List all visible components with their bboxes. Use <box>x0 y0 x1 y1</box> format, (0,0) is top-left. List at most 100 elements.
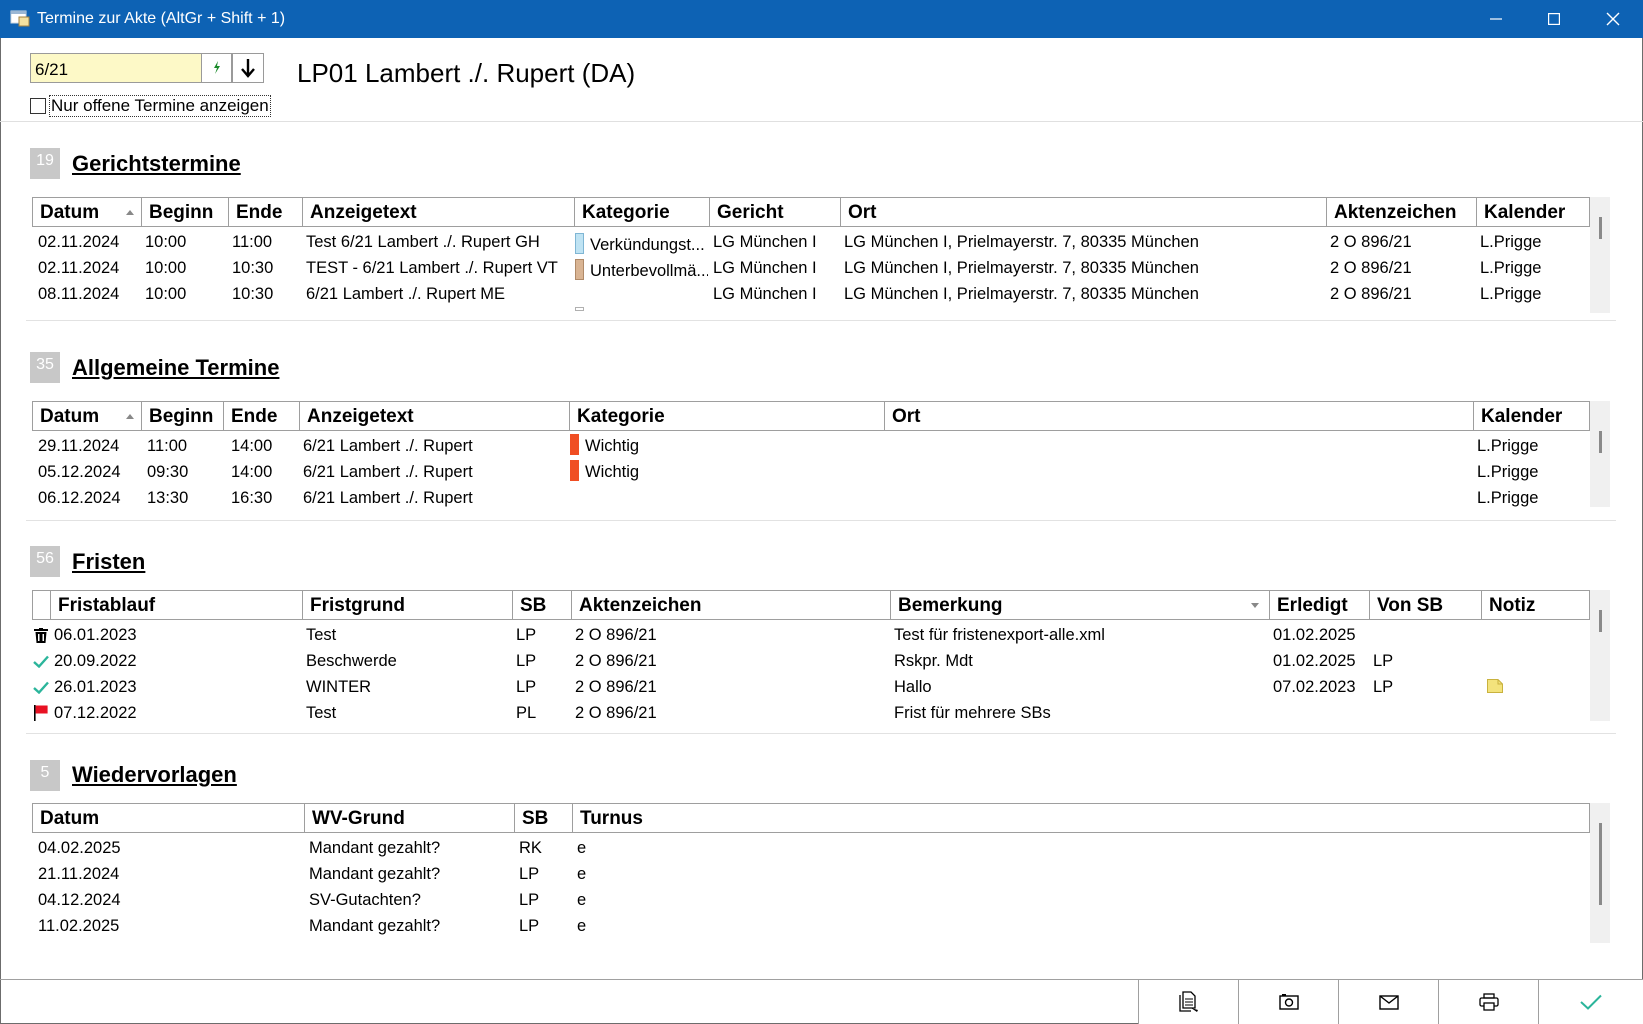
col-ende[interactable]: Ende <box>229 198 303 226</box>
cell-fristablauf: 20.09.2022 <box>54 652 137 670</box>
section-divider <box>26 733 1616 734</box>
confirm-button[interactable] <box>1538 980 1643 1024</box>
check-icon <box>33 655 49 668</box>
cell-datum: 05.12.2024 <box>38 463 121 481</box>
cell-erledigt: 01.02.2025 <box>1273 626 1356 644</box>
col-kategorie[interactable]: Kategorie <box>575 198 710 226</box>
cell-beginn: 10:00 <box>145 259 187 277</box>
col-von-sb[interactable]: Von SB <box>1370 591 1482 619</box>
table-row[interactable]: 04.02.2025 Mandant gezahlt? RK e <box>32 835 1590 861</box>
note-icon[interactable] <box>1487 679 1503 693</box>
gericht-scrollbar[interactable] <box>1590 197 1610 313</box>
col-kalender[interactable]: Kalender <box>1474 402 1589 430</box>
gericht-section-title[interactable]: Gerichtstermine <box>72 151 241 177</box>
table-header: Datum Beginn Ende Anzeigetext Kategorie … <box>32 197 1590 227</box>
table-row[interactable]: 02.11.2024 10:00 11:00 Test 6/21 Lambert… <box>32 229 1590 255</box>
col-sb[interactable]: SB <box>515 804 573 832</box>
table-row[interactable]: 21.11.2024 Mandant gezahlt? LP e <box>32 861 1590 887</box>
col-kalender[interactable]: Kalender <box>1477 198 1589 226</box>
col-bemerkung[interactable]: Bemerkung <box>891 591 1270 619</box>
category-resize-handle[interactable] <box>575 307 584 311</box>
wv-scrollbar[interactable] <box>1590 803 1610 943</box>
col-anzeigetext[interactable]: Anzeigetext <box>300 402 570 430</box>
fristen-table[interactable]: Fristablauf Fristgrund SB Aktenzeichen B… <box>32 590 1590 725</box>
file-number-input[interactable]: 6/21 <box>30 53 202 83</box>
cell-wv-grund: Mandant gezahlt? <box>309 839 441 857</box>
cell-ort: LG München I, Prielmayerstr. 7, 80335 Mü… <box>844 259 1199 277</box>
allgemein-table[interactable]: Datum Beginn Ende Anzeigetext Kategorie … <box>32 401 1590 509</box>
print-button[interactable] <box>1438 980 1538 1024</box>
cell-aktenzeichen: 2 O 896/21 <box>575 652 657 670</box>
col-beginn[interactable]: Beginn <box>142 402 224 430</box>
lightning-icon <box>213 61 220 74</box>
title-bar: Termine zur Akte (AltGr + Shift + 1) <box>0 0 1643 38</box>
cell-von-sb <box>1370 622 1480 648</box>
col-erledigt[interactable]: Erledigt <box>1270 591 1370 619</box>
table-row[interactable]: 05.12.2024 09:30 14:00 6/21 Lambert ./. … <box>32 459 1590 485</box>
table-row[interactable]: 20.09.2022 Beschwerde LP 2 O 896/21 Rskp… <box>32 648 1590 674</box>
cell-ort <box>885 485 1472 511</box>
table-row[interactable]: 06.01.2023 Test LP 2 O 896/21 Test für f… <box>32 622 1590 648</box>
only-open-checkbox[interactable] <box>30 98 46 114</box>
cell-von-sb: LP <box>1373 652 1394 670</box>
cell-bemerkung: Frist für mehrere SBs <box>894 704 1051 722</box>
copy-document-button[interactable] <box>1138 980 1238 1024</box>
col-datum[interactable]: Datum <box>33 804 305 832</box>
col-wv-grund[interactable]: WV-Grund <box>305 804 515 832</box>
table-row[interactable]: 02.11.2024 10:00 10:30 TEST - 6/21 Lambe… <box>32 255 1590 281</box>
wv-table[interactable]: Datum WV-Grund SB Turnus 04.02.2025 Mand… <box>32 803 1590 943</box>
category-color-swatch <box>570 460 579 481</box>
cell-sb: LP <box>516 678 537 696</box>
col-gericht[interactable]: Gericht <box>710 198 841 226</box>
col-kategorie[interactable]: Kategorie <box>570 402 885 430</box>
col-aktenzeichen[interactable]: Aktenzeichen <box>1327 198 1477 226</box>
confirm-check-icon <box>1580 994 1602 1010</box>
col-anzeigetext[interactable]: Anzeigetext <box>303 198 575 226</box>
table-row[interactable]: 26.01.2023 WINTER LP 2 O 896/21 Hallo 07… <box>32 674 1590 700</box>
table-row[interactable]: 07.12.2022 Test PL 2 O 896/21 Frist für … <box>32 700 1590 726</box>
mail-button[interactable] <box>1338 980 1438 1024</box>
scrollbar-thumb[interactable] <box>1599 217 1602 239</box>
col-turnus[interactable]: Turnus <box>573 804 1589 832</box>
col-ende[interactable]: Ende <box>224 402 300 430</box>
camera-button[interactable] <box>1238 980 1338 1024</box>
cell-von-sb: LP <box>1373 678 1394 696</box>
col-notiz[interactable]: Notiz <box>1482 591 1589 619</box>
col-sb[interactable]: SB <box>513 591 572 619</box>
close-button[interactable] <box>1584 0 1642 38</box>
allgemein-section-title[interactable]: Allgemeine Termine <box>72 355 279 381</box>
fristen-section-title[interactable]: Fristen <box>72 549 145 575</box>
cell-ende: 10:30 <box>232 285 274 303</box>
cell-bemerkung: Hallo <box>894 678 932 696</box>
col-ort[interactable]: Ort <box>885 402 1474 430</box>
allgemein-count-badge: 35 <box>30 352 60 383</box>
col-ort[interactable]: Ort <box>841 198 1327 226</box>
col-beginn[interactable]: Beginn <box>142 198 229 226</box>
table-row[interactable]: 04.12.2024 SV-Gutachten? LP e <box>32 887 1590 913</box>
col-status[interactable] <box>33 591 51 619</box>
scrollbar-thumb[interactable] <box>1599 610 1602 632</box>
quick-lookup-button[interactable] <box>201 53 232 83</box>
only-open-option[interactable]: Nur offene Termine anzeigen <box>30 94 271 118</box>
allgemein-scrollbar[interactable] <box>1590 401 1610 507</box>
gericht-table[interactable]: Datum Beginn Ende Anzeigetext Kategorie … <box>32 197 1590 315</box>
maximize-button[interactable] <box>1525 0 1583 38</box>
wv-section-title[interactable]: Wiedervorlagen <box>72 762 237 788</box>
fristen-scrollbar[interactable] <box>1590 590 1610 721</box>
cell-fristablauf: 06.01.2023 <box>54 626 137 644</box>
table-row[interactable]: 11.02.2025 Mandant gezahlt? LP e <box>32 913 1590 939</box>
cell-sb: LP <box>519 917 540 935</box>
scrollbar-thumb[interactable] <box>1599 823 1602 905</box>
col-fristgrund[interactable]: Fristgrund <box>303 591 513 619</box>
cell-fristgrund: Test <box>306 626 337 644</box>
table-row[interactable]: 06.12.2024 13:30 16:30 6/21 Lambert ./. … <box>32 485 1590 511</box>
load-down-button[interactable] <box>232 53 264 83</box>
sort-desc-icon <box>1251 603 1259 608</box>
col-aktenzeichen[interactable]: Aktenzeichen <box>572 591 891 619</box>
col-fristablauf[interactable]: Fristablauf <box>51 591 303 619</box>
cell-turnus: e <box>577 865 587 883</box>
table-row[interactable]: 08.11.2024 10:00 10:30 6/21 Lambert ./. … <box>32 281 1590 307</box>
scrollbar-thumb[interactable] <box>1599 431 1602 453</box>
table-row[interactable]: 29.11.2024 11:00 14:00 6/21 Lambert ./. … <box>32 433 1590 459</box>
minimize-button[interactable] <box>1467 0 1525 38</box>
